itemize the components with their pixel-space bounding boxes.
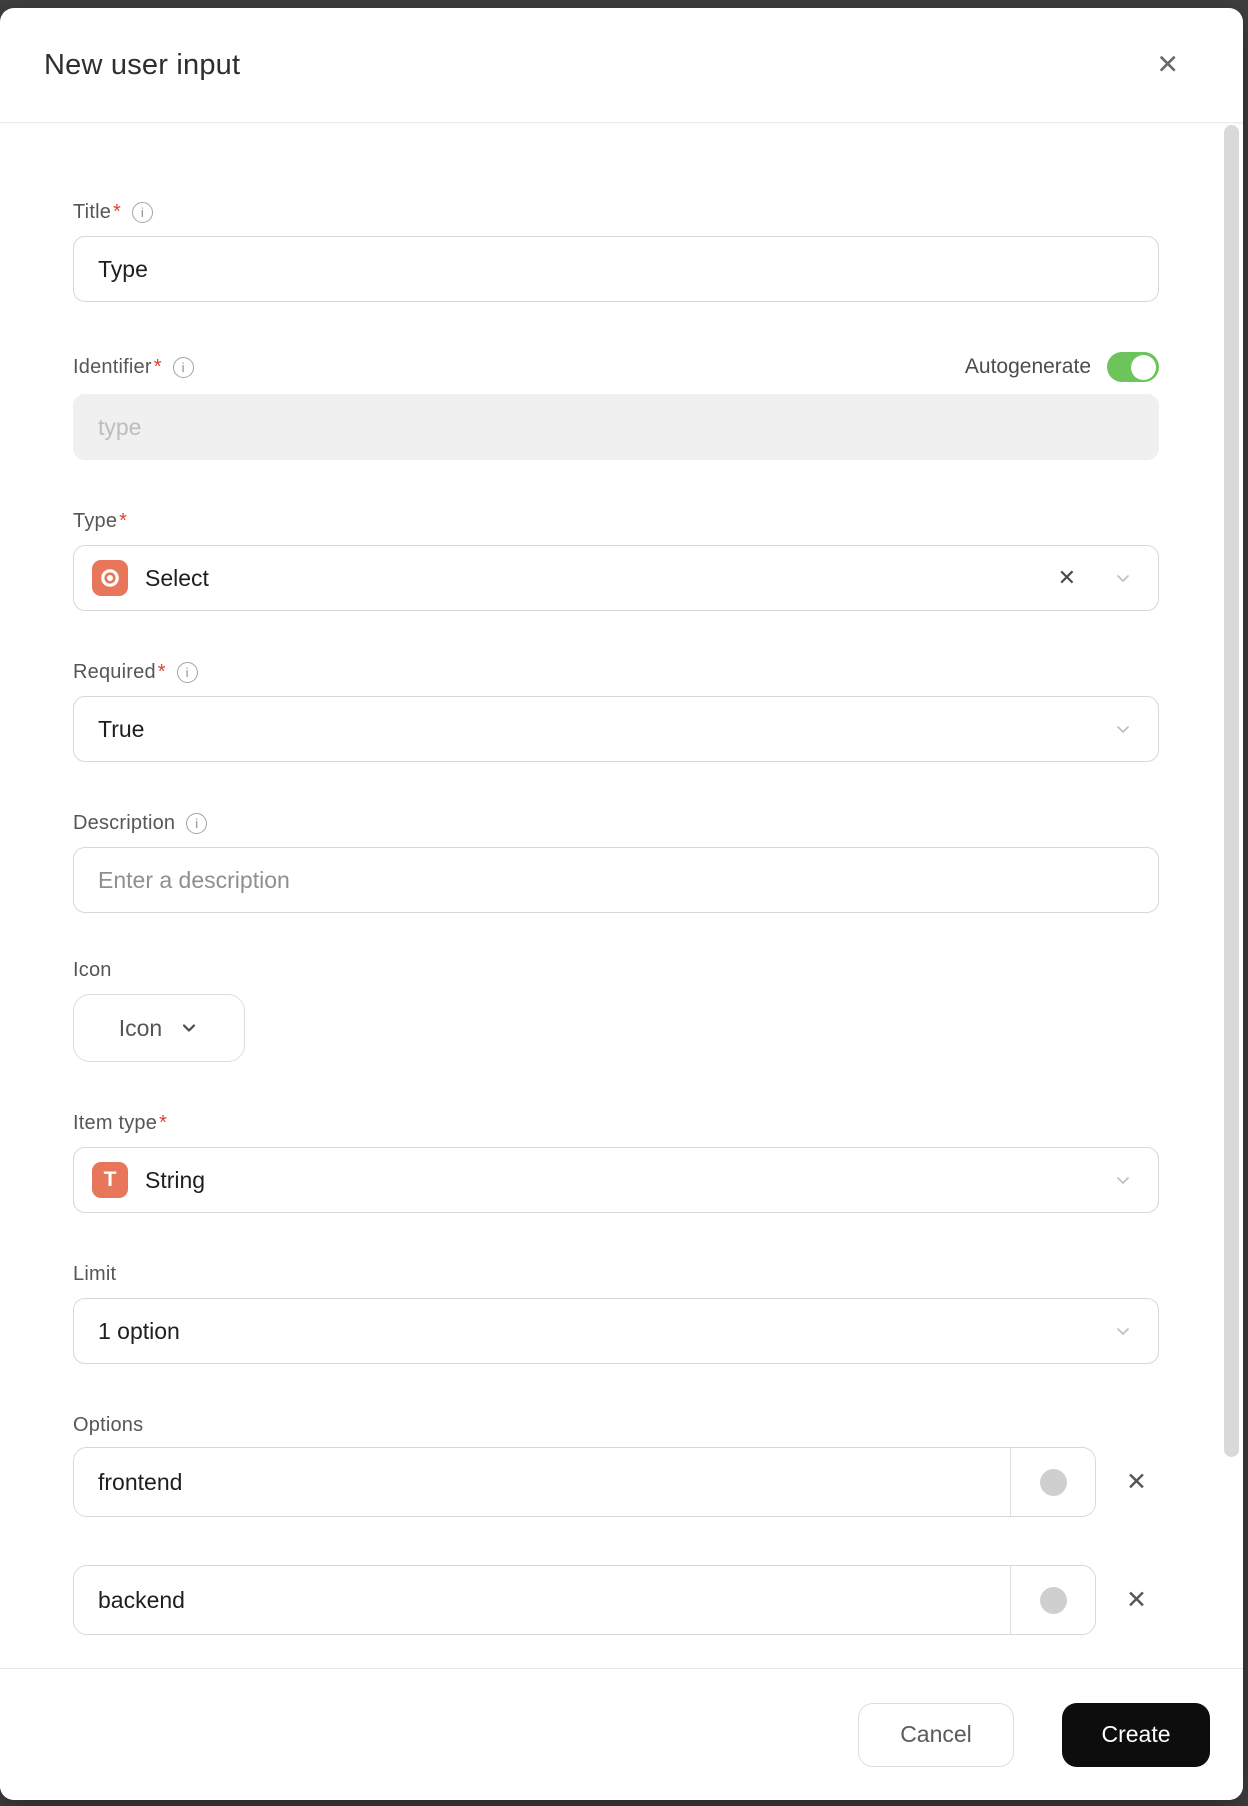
option-input[interactable] [74,1566,1010,1634]
icon-dropdown-button[interactable]: Icon [73,994,245,1062]
chevron-down-icon [1114,1322,1132,1340]
modal-body: Title* i Identifier* i Autogenerate [0,123,1243,1635]
description-input[interactable] [73,847,1159,913]
autogenerate-wrap: Autogenerate [965,352,1159,382]
color-swatch-button[interactable] [1010,1448,1095,1516]
limit-select-value: 1 option [98,1317,180,1344]
item-type-select-value: String [145,1166,206,1193]
color-swatch-icon [1039,1468,1067,1496]
option-row: ✕ [73,1565,1159,1635]
type-label-row: Type * [73,510,1159,533]
type-select[interactable]: Select ✕ [73,545,1159,611]
limit-select[interactable]: 1 option [73,1298,1159,1364]
target-icon [101,569,119,587]
title-label: Title [73,201,112,223]
modal-footer: Cancel Create [0,1668,1243,1800]
type-select-value: Select [145,564,209,591]
identifier-input[interactable] [73,394,1159,460]
required-label-row: Required * i [73,661,1159,684]
identifier-field-group: Identifier * i Autogenerate [73,352,1159,460]
icon-dropdown-label: Icon [118,1014,163,1041]
description-label-row: Description i [73,812,1159,835]
toggle-knob [1131,354,1156,380]
color-swatch-icon [1039,1586,1067,1614]
required-asterisk: * [157,661,166,683]
info-icon[interactable]: i [172,356,194,378]
required-select-value: True [98,715,145,742]
chevron-down-icon [1114,569,1132,587]
description-field-group: Description i [73,812,1159,913]
options-label-row: Options [73,1414,1159,1437]
clear-icon[interactable]: ✕ [1054,563,1080,593]
chevron-down-icon [1114,720,1132,738]
close-icon[interactable]: ✕ [1150,46,1185,85]
icon-label-row: Icon [73,959,1159,982]
chevron-down-icon [179,1018,199,1038]
option-row: ✕ [73,1447,1159,1517]
option-field [73,1565,1096,1635]
options-label: Options [73,1414,144,1436]
required-asterisk: * [113,201,121,223]
modal-header: New user input ✕ [0,8,1243,123]
scrollbar-thumb[interactable] [1224,125,1239,1457]
option-input[interactable] [74,1448,1010,1516]
title-field-group: Title * i [73,201,1159,302]
description-label: Description [73,812,176,834]
icon-label: Icon [73,959,112,981]
string-type-icon: T [92,1162,128,1198]
options-field-group: Options ✕ ✕ [73,1414,1159,1635]
autogenerate-toggle[interactable] [1107,352,1159,382]
identifier-label-row: Identifier * i Autogenerate [73,352,1159,382]
info-icon[interactable]: i [176,662,198,683]
identifier-label: Identifier [73,355,152,378]
required-asterisk: * [153,355,162,378]
required-asterisk: * [159,1112,167,1134]
required-select[interactable]: True [73,696,1159,762]
chevron-down-icon [1114,1171,1132,1189]
info-icon[interactable]: i [131,202,153,223]
required-field-group: Required * i True [73,661,1159,762]
item-type-label-row: Item type * [73,1112,1159,1135]
title-input[interactable] [73,236,1159,302]
select-type-icon [92,560,128,596]
remove-option-icon[interactable]: ✕ [1122,1584,1151,1617]
remove-option-icon[interactable]: ✕ [1122,1466,1151,1499]
identifier-label-wrap: Identifier * i [73,356,194,379]
color-swatch-button[interactable] [1010,1566,1095,1634]
autogenerate-label: Autogenerate [964,355,1091,378]
item-type-label: Item type [73,1112,158,1134]
create-button[interactable]: Create [1062,1702,1210,1767]
type-label: Type [73,510,118,532]
title-label-row: Title * i [73,201,1159,224]
required-label: Required [73,661,156,683]
limit-label: Limit [73,1263,117,1285]
limit-label-row: Limit [73,1263,1159,1286]
item-type-field-group: Item type * T String [73,1112,1159,1213]
option-field [73,1447,1096,1517]
type-field-group: Type * Select ✕ [73,510,1159,611]
cancel-button[interactable]: Cancel [858,1702,1014,1767]
item-type-select[interactable]: T String [73,1147,1159,1213]
required-asterisk: * [119,510,127,532]
page-title: New user input [44,48,241,81]
icon-field-group: Icon Icon [73,959,1159,1062]
new-user-input-modal: New user input ✕ Title* i Identifier* i … [0,8,1243,1800]
info-icon[interactable]: i [186,813,208,834]
limit-field-group: Limit 1 option [73,1263,1159,1364]
